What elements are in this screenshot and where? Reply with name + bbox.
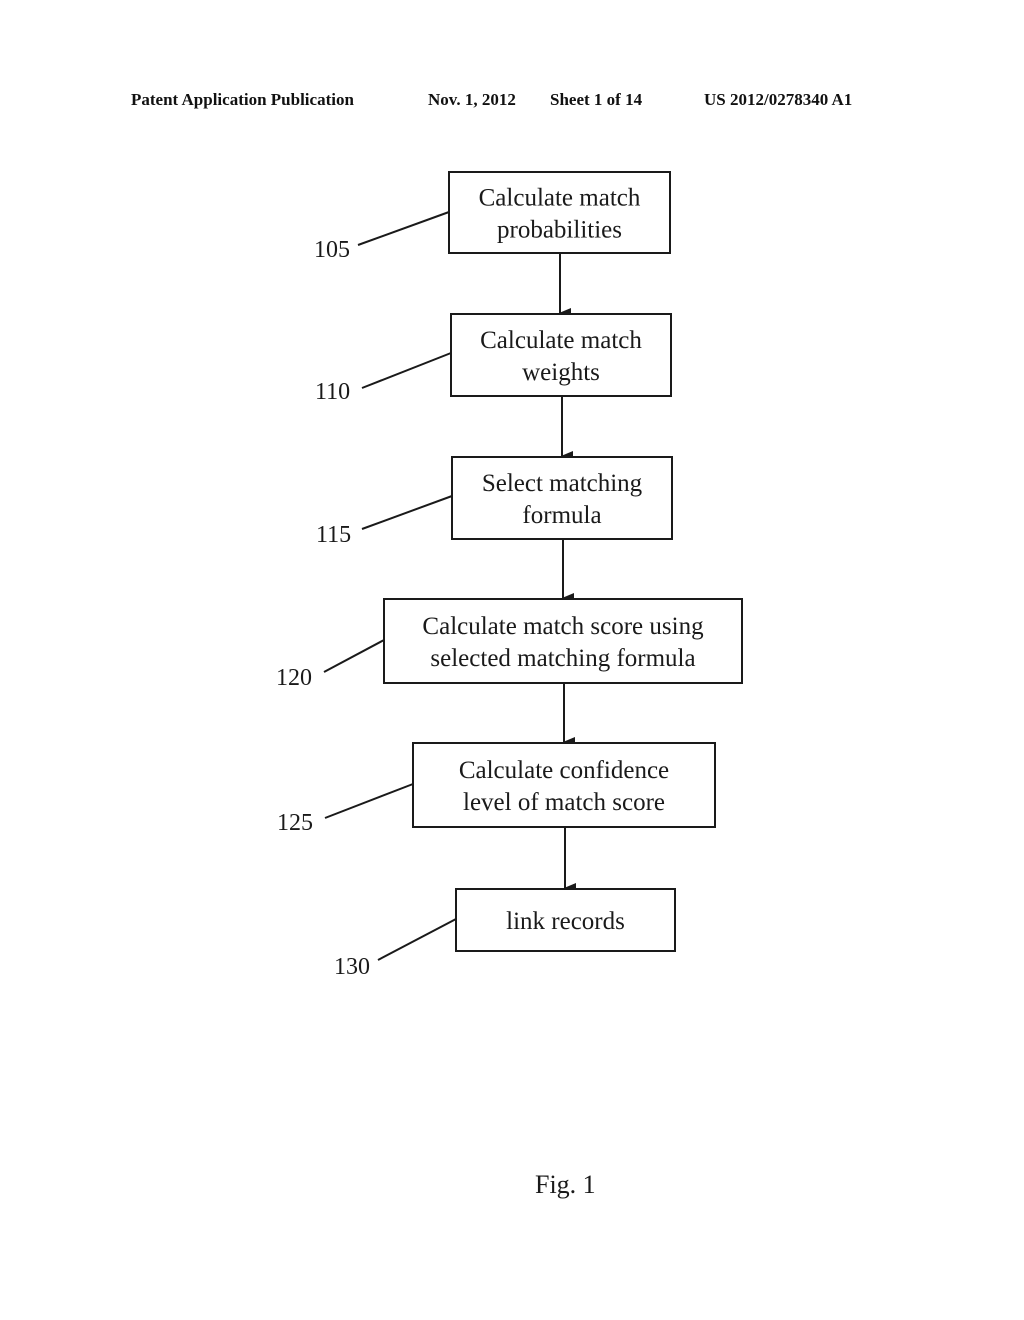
leader-line [357, 211, 450, 246]
reference-numeral: 105 [314, 237, 350, 263]
flow-step-105: Calculate match probabilities 105 [314, 171, 671, 263]
flow-step-115: Select matching formula 115 [316, 456, 673, 548]
step-text: formula [522, 502, 601, 529]
step-text: link records [506, 908, 625, 935]
reference-numeral: 120 [276, 665, 312, 691]
reference-numeral: 125 [277, 810, 313, 836]
step-text: level of match score [463, 789, 665, 816]
flow-step-130: link records 130 [334, 888, 676, 980]
leader-line [361, 352, 452, 389]
flow-step-120: Calculate match score using selected matc… [276, 598, 743, 691]
step-text: probabilities [497, 217, 622, 244]
reference-numeral: 115 [316, 522, 351, 548]
step-text: Calculate confidence [459, 757, 669, 784]
leader-line [324, 783, 414, 819]
figure-label: Fig. 1 [535, 1170, 596, 1199]
step-text: Calculate match [480, 327, 642, 354]
reference-numeral: 130 [334, 954, 370, 980]
leader-line [323, 639, 385, 673]
flowchart: Calculate matchprobabilities105Calculate… [276, 171, 743, 980]
flow-step-110: Calculate match weights 110 [315, 313, 672, 405]
step-text: Calculate match score using [422, 613, 704, 640]
reference-numeral: 110 [315, 379, 350, 405]
step-text: Select matching [482, 470, 643, 497]
step-text: selected matching formula [430, 645, 695, 672]
leader-line [361, 495, 453, 530]
step-text: Calculate match [479, 185, 641, 212]
leader-line [377, 918, 457, 961]
flow-step-125: Calculate confidence level of match score… [277, 742, 716, 836]
step-text: weights [522, 359, 600, 386]
